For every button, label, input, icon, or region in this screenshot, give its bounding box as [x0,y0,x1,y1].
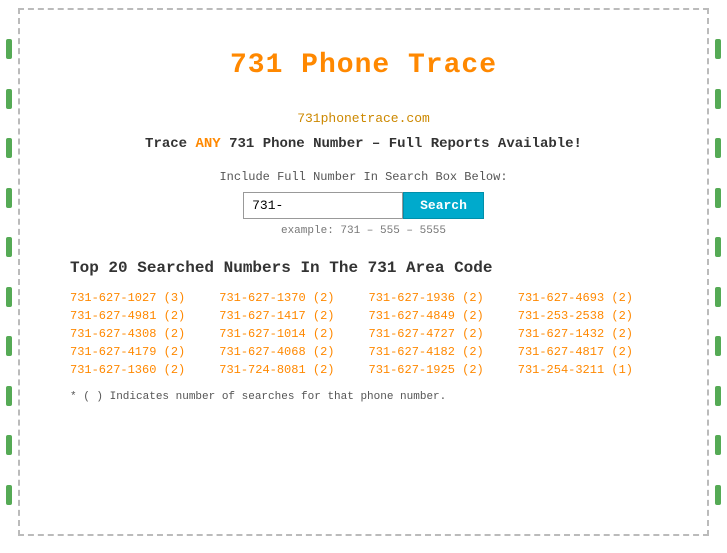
phone-number-link[interactable]: 731-254-3211 (1) [518,363,657,377]
left-marker [6,287,12,307]
phone-number-link[interactable]: 731-627-1417 (2) [219,309,358,323]
left-marker [6,485,12,505]
example-text: example: 731 – 555 – 5555 [70,225,657,237]
right-marker [715,386,721,406]
site-url: 731phonetrace.com [70,111,657,126]
phone-number-link[interactable]: 731-627-1370 (2) [219,291,358,305]
footnote: * ( ) Indicates number of searches for t… [70,391,657,403]
search-label: Include Full Number In Search Box Below: [70,170,657,184]
phone-number-link[interactable]: 731-627-4693 (2) [518,291,657,305]
left-marker [6,336,12,356]
right-marker [715,188,721,208]
page-title: 731 Phone Trace [70,50,657,81]
tagline-prefix: Trace [145,136,195,152]
top-numbers-title: Top 20 Searched Numbers In The 731 Area … [70,259,657,277]
phone-number-link[interactable]: 731-627-4068 (2) [219,345,358,359]
right-marker [715,138,721,158]
phone-number-link[interactable]: 731-627-1432 (2) [518,327,657,341]
phone-number-link[interactable]: 731-627-4182 (2) [369,345,508,359]
search-button[interactable]: Search [403,192,484,219]
phone-number-link[interactable]: 731-253-2538 (2) [518,309,657,323]
left-marker [6,39,12,59]
left-marker [6,435,12,455]
phone-number-link[interactable]: 731-627-1936 (2) [369,291,508,305]
phone-number-link[interactable]: 731-627-4981 (2) [70,309,209,323]
right-marker [715,336,721,356]
numbers-grid: 731-627-1027 (3) 731-627-1370 (2) 731-627-… [70,291,657,377]
tagline-suffix: 731 Phone Number – Full Reports Availabl… [221,136,582,152]
search-row: Search [70,192,657,219]
tagline-any: ANY [195,136,220,152]
phone-number-link[interactable]: 731-627-4308 (2) [70,327,209,341]
phone-number-link[interactable]: 731-627-4179 (2) [70,345,209,359]
phone-number-link[interactable]: 731-724-8081 (2) [219,363,358,377]
phone-number-link[interactable]: 731-627-4727 (2) [369,327,508,341]
phone-number-link[interactable]: 731-627-1360 (2) [70,363,209,377]
phone-number-link[interactable]: 731-627-1027 (3) [70,291,209,305]
left-marker [6,237,12,257]
right-marker [715,237,721,257]
right-marker [715,435,721,455]
right-marker [715,89,721,109]
left-marker [6,188,12,208]
phone-number-link[interactable]: 731-627-4849 (2) [369,309,508,323]
phone-number-link[interactable]: 731-627-1014 (2) [219,327,358,341]
left-marker [6,138,12,158]
phone-number-link[interactable]: 731-627-1925 (2) [369,363,508,377]
left-marker [6,386,12,406]
right-marker [715,287,721,307]
phone-number-link[interactable]: 731-627-4817 (2) [518,345,657,359]
right-marker [715,485,721,505]
right-marker [715,39,721,59]
search-input[interactable] [243,192,403,219]
left-marker [6,89,12,109]
tagline: Trace ANY 731 Phone Number – Full Report… [70,136,657,152]
